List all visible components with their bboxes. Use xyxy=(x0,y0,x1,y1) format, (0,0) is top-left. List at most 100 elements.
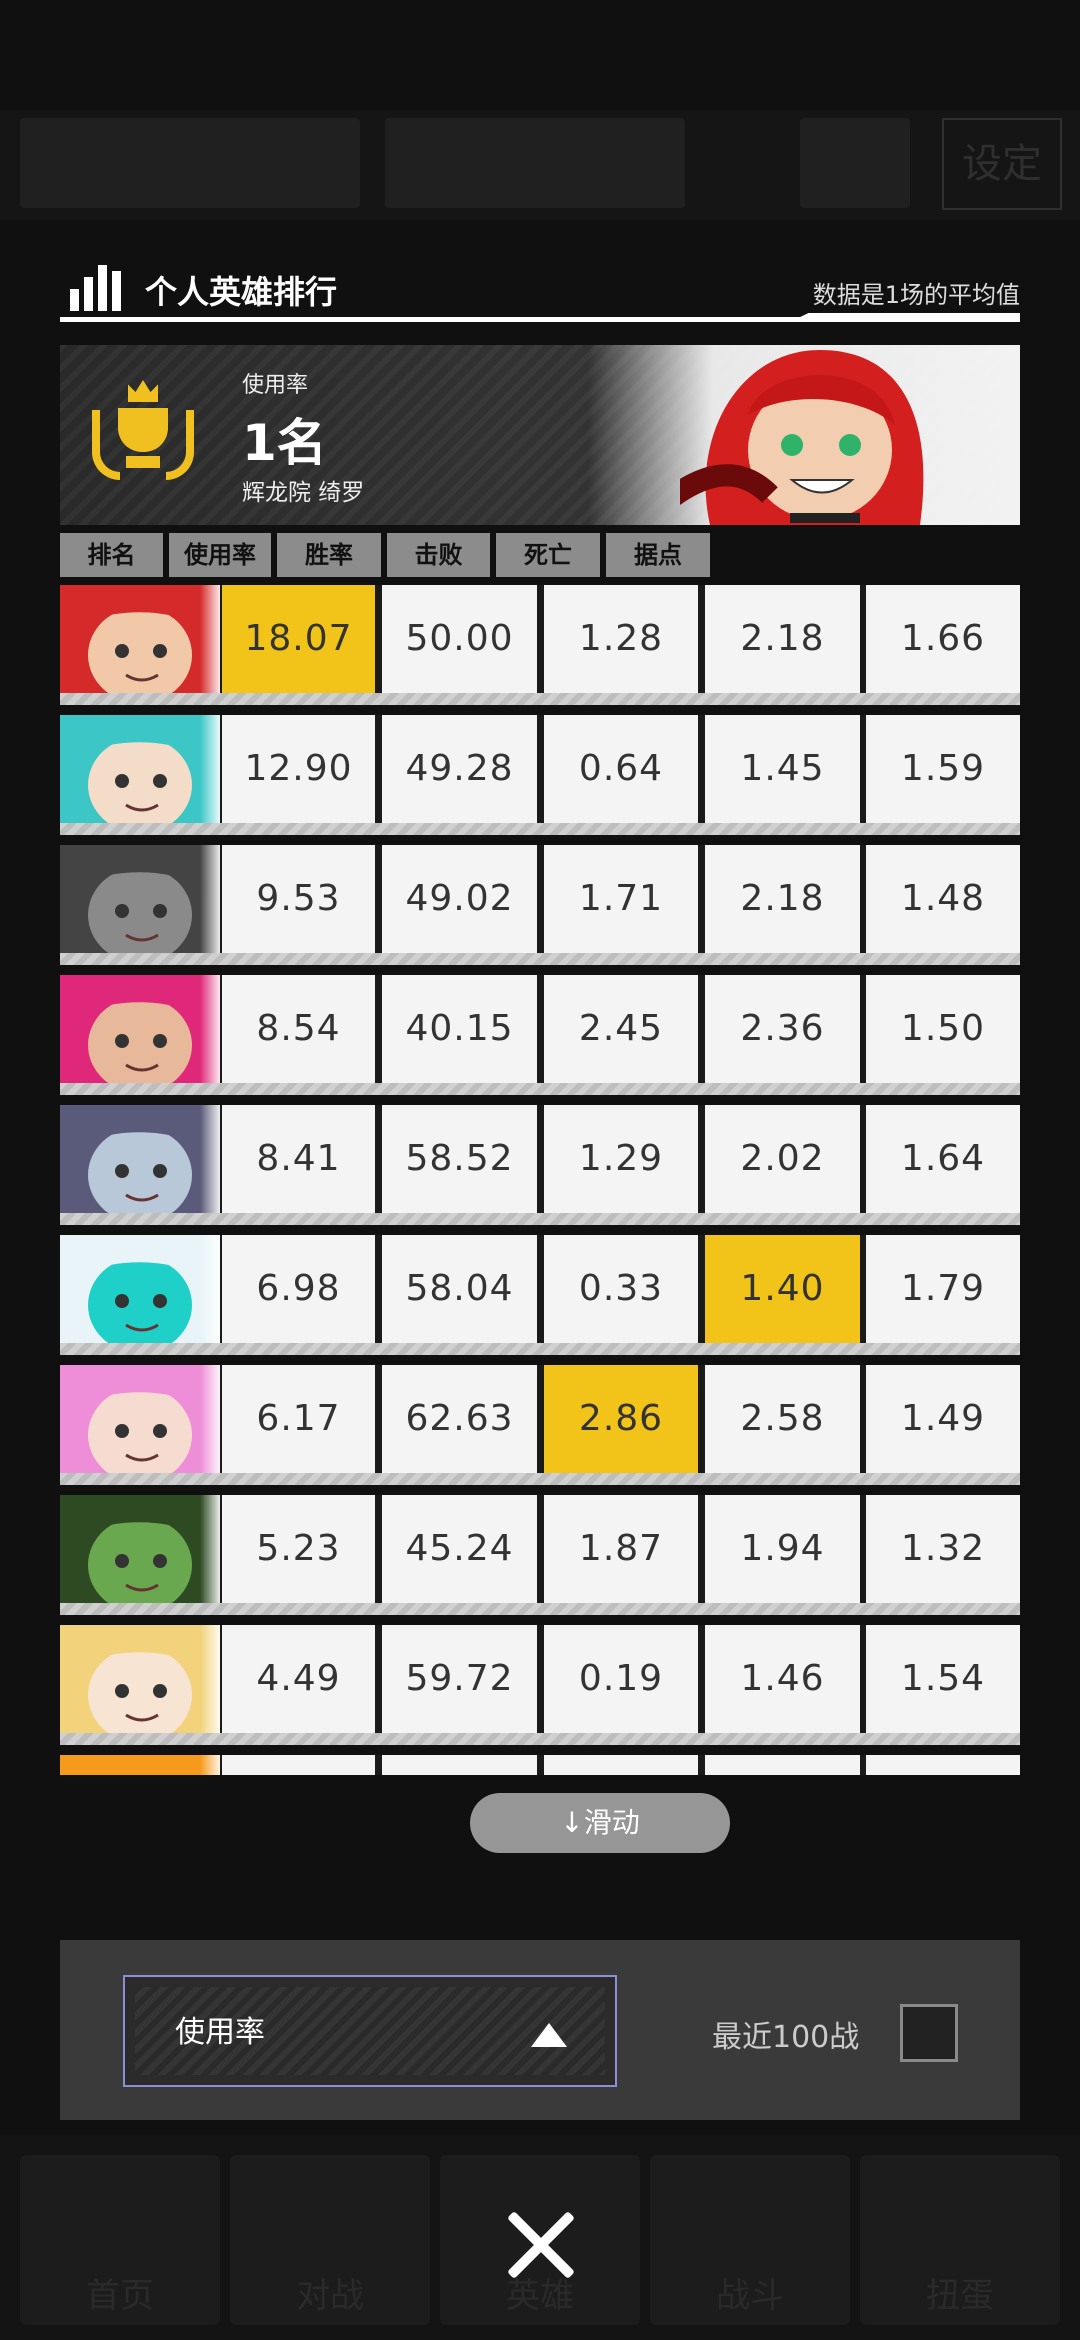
table-row[interactable]: 4.49 59.72 0.19 1.46 1.54 xyxy=(60,1625,1020,1745)
hero-avatar xyxy=(60,1235,220,1343)
modal-title: 个人英雄排行 xyxy=(145,273,338,311)
hero-avatar xyxy=(60,845,220,953)
stat-cell: 18.07 xyxy=(222,585,375,693)
background-tab: 对战 xyxy=(230,2155,430,2325)
stat-cell: 1.64 xyxy=(866,1105,1020,1213)
stat-cell: 2.86 xyxy=(544,1365,698,1473)
sort-metric-select[interactable]: 使用率 xyxy=(123,1975,617,2087)
background-currency xyxy=(800,118,910,208)
stat-cell: 1.32 xyxy=(866,1495,1020,1603)
stat-cell: 58.52 xyxy=(382,1105,537,1213)
hero-avatar xyxy=(60,715,220,823)
column-header-deaths: 死亡 xyxy=(496,533,600,577)
row-divider xyxy=(60,1343,1020,1355)
table-row[interactable]: 12.90 49.28 0.64 1.45 1.59 xyxy=(60,715,1020,835)
stat-cell: 4.49 xyxy=(222,1625,375,1733)
background-tab: 首页 xyxy=(20,2155,220,2325)
stat-cell: 62.63 xyxy=(382,1365,537,1473)
table-row[interactable]: 8.54 40.15 2.45 2.36 1.50 xyxy=(60,975,1020,1095)
stat-cell: 1.50 xyxy=(866,975,1020,1083)
table-header: 排名 使用率 胜率 击败 死亡 据点 xyxy=(60,533,1020,577)
recent-battles-checkbox[interactable] xyxy=(900,2004,958,2062)
table-row[interactable]: 5.23 45.24 1.87 1.94 1.32 xyxy=(60,1495,1020,1615)
top-hero-banner: 使用率 1名 辉龙院 绮罗 xyxy=(60,345,1020,525)
stat-cell: 1.48 xyxy=(866,845,1020,953)
scroll-hint: ↓滑动 xyxy=(470,1793,730,1853)
select-background: 使用率 xyxy=(135,1987,605,2075)
hero-ranking-modal: 个人英雄排行 数据是1场的平均值 使用率 1名 辉龙院 绮罗 排名 使用率 胜率… xyxy=(60,255,1020,2120)
stat-cell: 1.54 xyxy=(866,1625,1020,1733)
stat-cell: 38.46 xyxy=(382,1755,537,1775)
background-tab: 扭蛋 xyxy=(860,2155,1060,2325)
hero-avatar xyxy=(60,1755,220,1775)
stat-cell: 0.19 xyxy=(544,1625,698,1733)
top-hero-rank: 1名 xyxy=(242,414,327,472)
stat-cell: 1.49 xyxy=(866,1365,1020,1473)
top-hero-metric: 使用率 xyxy=(242,373,309,398)
stat-cell: 40.15 xyxy=(382,975,537,1083)
header-divider-accent xyxy=(790,313,1020,322)
hero-avatar xyxy=(60,1495,220,1603)
stat-cell: 1.79 xyxy=(866,1235,1020,1343)
row-divider xyxy=(60,1473,1020,1485)
modal-header: 个人英雄排行 数据是1场的平均值 xyxy=(60,255,1020,322)
column-header-rank: 排名 xyxy=(60,533,163,577)
background-tab-label: 战斗 xyxy=(716,2276,784,2316)
stat-cell: 9.53 xyxy=(222,845,375,953)
recent-battles-label: 最近100战 xyxy=(712,2020,860,2055)
stat-cell: 0.33 xyxy=(544,1235,698,1343)
stat-cell: 49.02 xyxy=(382,845,537,953)
background-tab-label: 对战 xyxy=(296,2276,364,2316)
stat-cell: 49.28 xyxy=(382,715,537,823)
average-note: 数据是1场的平均值 xyxy=(812,281,1020,309)
stat-cell: 1.66 xyxy=(866,585,1020,693)
stat-cell: 58.04 xyxy=(382,1235,537,1343)
hero-avatar xyxy=(60,975,220,1083)
bar-chart-icon xyxy=(70,265,122,311)
table-row[interactable]: 9.53 49.02 1.71 2.18 1.48 xyxy=(60,845,1020,965)
column-header-winrate: 胜率 xyxy=(277,533,381,577)
column-header-points: 据点 xyxy=(606,533,710,577)
background-settings-button: 设定 xyxy=(942,118,1062,210)
trophy-icon xyxy=(88,380,198,490)
top-hero-name: 辉龙院 绮罗 xyxy=(242,480,365,506)
triangle-up-icon xyxy=(531,2023,567,2047)
table-row[interactable]: 6.17 62.63 2.86 2.58 1.49 xyxy=(60,1365,1020,1485)
table-row[interactable]: 18.07 50.00 1.28 2.18 1.66 xyxy=(60,585,1020,705)
background-level-bar xyxy=(385,118,685,208)
close-icon[interactable] xyxy=(503,2208,577,2282)
table-row[interactable]: 6.98 58.04 0.33 1.40 1.79 xyxy=(60,1235,1020,1355)
stat-cell: 2.18 xyxy=(705,585,860,693)
stat-cell: 1.87 xyxy=(544,1495,698,1603)
stat-cell: 1.29 xyxy=(544,1105,698,1213)
table-row[interactable]: 2.43 38.46 1.31 2.15 1.54 xyxy=(60,1755,1020,1775)
row-divider xyxy=(60,823,1020,835)
hero-avatar xyxy=(60,1365,220,1473)
table-row[interactable]: 8.41 58.52 1.29 2.02 1.64 xyxy=(60,1105,1020,1225)
stat-cell: 6.98 xyxy=(222,1235,375,1343)
stat-cell: 1.94 xyxy=(705,1495,860,1603)
top-hero-portrait xyxy=(680,350,924,525)
hero-avatar xyxy=(60,1105,220,1213)
stat-cell: 6.17 xyxy=(222,1365,375,1473)
background-tab-label: 首页 xyxy=(86,2276,154,2316)
stat-cell: 2.02 xyxy=(705,1105,860,1213)
background-tab-label: 扭蛋 xyxy=(926,2276,994,2316)
row-divider xyxy=(60,953,1020,965)
stat-cell: 2.45 xyxy=(544,975,698,1083)
stat-cell: 12.90 xyxy=(222,715,375,823)
stat-cell: 2.18 xyxy=(705,845,860,953)
stat-cell: 5.23 xyxy=(222,1495,375,1603)
sort-metric-value: 使用率 xyxy=(175,2015,265,2050)
stat-cell: 1.45 xyxy=(705,715,860,823)
stat-cell: 8.54 xyxy=(222,975,375,1083)
ranking-list[interactable]: 18.07 50.00 1.28 2.18 1.66 12.90 49.28 0.64 1.45… xyxy=(60,585,1020,1775)
hero-avatar xyxy=(60,585,220,693)
stat-cell: 50.00 xyxy=(382,585,537,693)
stat-cell: 8.41 xyxy=(222,1105,375,1213)
stat-cell: 2.36 xyxy=(705,975,860,1083)
row-divider xyxy=(60,1603,1020,1615)
stat-cell: 2.58 xyxy=(705,1365,860,1473)
stat-cell: 1.54 xyxy=(866,1755,1020,1775)
stat-cell: 0.64 xyxy=(544,715,698,823)
